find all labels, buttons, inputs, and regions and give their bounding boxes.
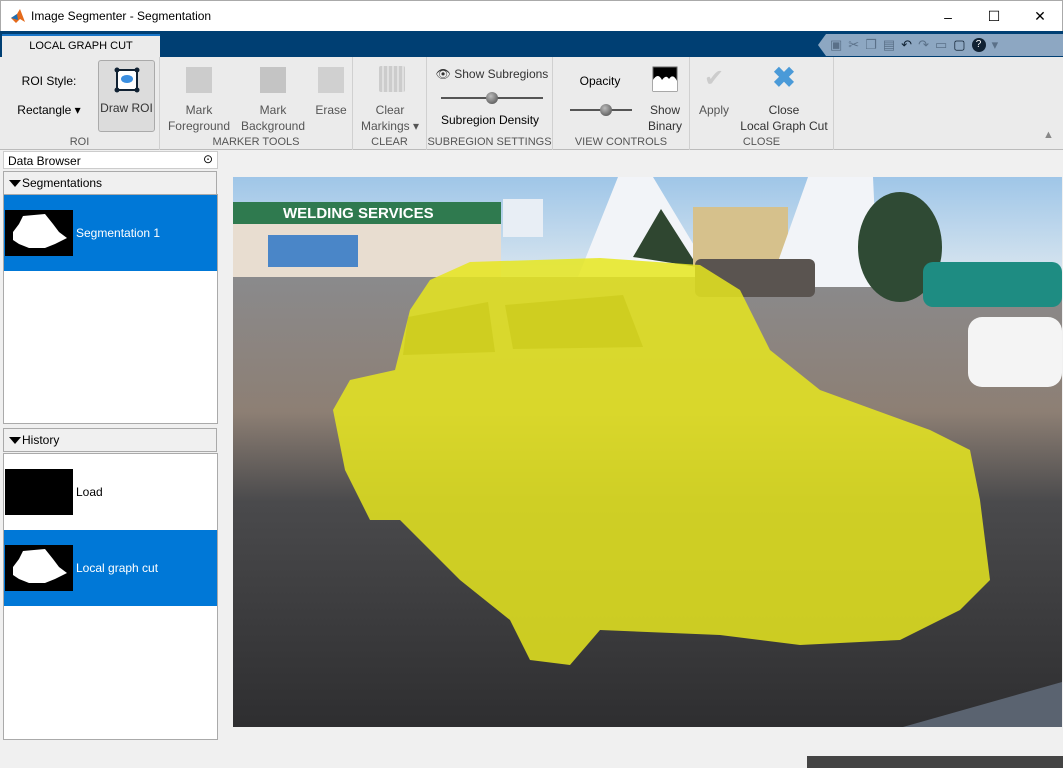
mark-background-label: Mark Background [240,103,306,133]
save-icon[interactable]: ▣ [830,37,842,53]
checkmark-icon: ✔ [703,65,725,92]
quick-access-toolbar: ▣ ✂ ❐ ▤ ↶ ↷ ▭ ▢? ▾ [818,34,1063,56]
roi-style-value: Rectangle [17,103,72,117]
mark-foreground-icon [186,67,212,93]
paste-icon[interactable]: ▤ [883,37,895,53]
opacity-label: Opacity [579,74,621,88]
close-local-graph-cut-label: Close Local Graph Cut [740,103,828,133]
segmented-image: WELDING SERVICES [233,177,1062,727]
show-subregions-toggle[interactable]: 👁 Show Subregions [432,66,552,82]
marker-tools-group: Mark Foreground Mark Background Erase MARK… [160,57,353,150]
history-thumbnail [5,469,73,515]
history-list: Load Local graph cut [3,453,218,740]
image-viewer[interactable]: WELDING SERVICES [233,177,1062,727]
close-group: ✔ Apply ✖ Close Local Graph Cut CLOSE [690,57,834,150]
mark-background-icon [260,67,286,93]
help-icon[interactable]: ? [971,38,986,52]
segmentations-list: Segmentation 1 [3,194,218,424]
minimize-button[interactable]: – [925,1,971,32]
show-binary-label: Show Binary [647,103,682,133]
binary-image-icon [652,66,678,92]
roi-style-dropdown[interactable]: Rectangle ▾ [10,102,88,118]
close-window-button[interactable]: ✕ [1017,1,1063,32]
window-title: Image Segmenter - Segmentation [31,9,212,23]
draw-roi-label: Draw ROI [100,101,153,115]
close-local-graph-cut-button[interactable]: ✖ Close Local Graph Cut [738,62,830,134]
marker-tools-group-label: MARKER TOOLS [212,136,300,148]
title-bar: Image Segmenter - Segmentation – ☐ ✕ [0,0,1063,31]
history-item[interactable]: Load [4,454,217,530]
tab-local-graph-cut[interactable]: LOCAL GRAPH CUT [2,34,160,58]
eraser-icon [318,67,344,93]
history-label: Load [76,485,103,499]
slider-knob[interactable] [486,92,498,104]
segmentation-label: Segmentation 1 [76,226,161,240]
undo-icon[interactable]: ↶ [901,37,912,53]
collapse-ribbon-icon[interactable]: ▲ [1043,129,1054,141]
subregion-density-label: Subregion Density [440,113,540,127]
welding-sign: WELDING SERVICES [283,205,434,222]
data-browser-menu-icon[interactable]: ⊙ [203,152,213,166]
trash-icon [379,66,405,92]
mark-foreground-button[interactable]: Mark Foreground [165,63,233,133]
apply-button[interactable]: ✔ Apply [694,63,734,133]
close-group-label: CLOSE [742,136,781,148]
history-section-header[interactable]: History [3,428,217,452]
subregion-settings-group-label: SUBREGION SETTINGS [427,136,552,148]
roi-style-label: ROI Style: [21,74,77,88]
copy-icon[interactable]: ❐ [865,37,877,53]
history-item[interactable]: Local graph cut [4,530,217,606]
mark-background-button[interactable]: Mark Background [238,63,308,133]
draw-roi-button[interactable]: Draw ROI [98,60,155,132]
erase-button[interactable]: Erase [312,63,350,133]
history-thumbnail [5,545,73,591]
history-label: Local graph cut [76,561,159,575]
segmentation-item[interactable]: Segmentation 1 [4,195,217,271]
clear-group-label: CLEAR [371,136,408,148]
segmentation-thumbnail [5,210,73,256]
roi-group-label: ROI [69,136,90,148]
apply-label: Apply [698,103,730,117]
matlab-logo-icon [11,9,25,23]
eye-icon: 👁 [435,67,451,81]
subregion-settings-group: 👁 Show Subregions Subregion Density SUBR… [427,57,553,150]
opacity-slider[interactable] [570,104,632,116]
erase-label: Erase [315,103,347,117]
status-bar [807,756,1063,768]
slider-knob[interactable] [599,104,612,116]
redo-icon[interactable]: ↷ [918,37,929,53]
print-icon[interactable]: ▭ [935,37,947,53]
show-binary-button[interactable]: Show Binary [643,63,687,133]
mark-foreground-label: Mark Foreground [167,103,231,133]
clear-markings-button[interactable]: Clear Markings ▾ [357,63,423,133]
subregion-density-slider[interactable] [441,92,543,104]
view-controls-group: Opacity Show Binary VIEW CONTROLS [553,57,690,150]
data-browser-header: Data Browser ⊙ [3,151,218,169]
view-controls-group-label: VIEW CONTROLS [574,136,668,148]
clear-group: Clear Markings ▾ CLEAR [353,57,427,150]
segmentations-section-header[interactable]: Segmentations [3,171,217,195]
draw-roi-icon [114,67,140,93]
menu-icon[interactable]: ▾ [992,37,999,53]
roi-group: ROI Style: Rectangle ▾ Draw ROI ROI [0,57,160,150]
clear-markings-label: Clear Markings ▾ [360,103,420,133]
window-icon[interactable]: ▢ [953,37,965,53]
maximize-button[interactable]: ☐ [971,1,1017,32]
close-x-icon: ✖ [772,62,796,93]
cut-icon[interactable]: ✂ [848,37,859,53]
ribbon: ROI Style: Rectangle ▾ Draw ROI ROI Mark… [0,57,1063,150]
data-browser-title: Data Browser [8,154,81,168]
